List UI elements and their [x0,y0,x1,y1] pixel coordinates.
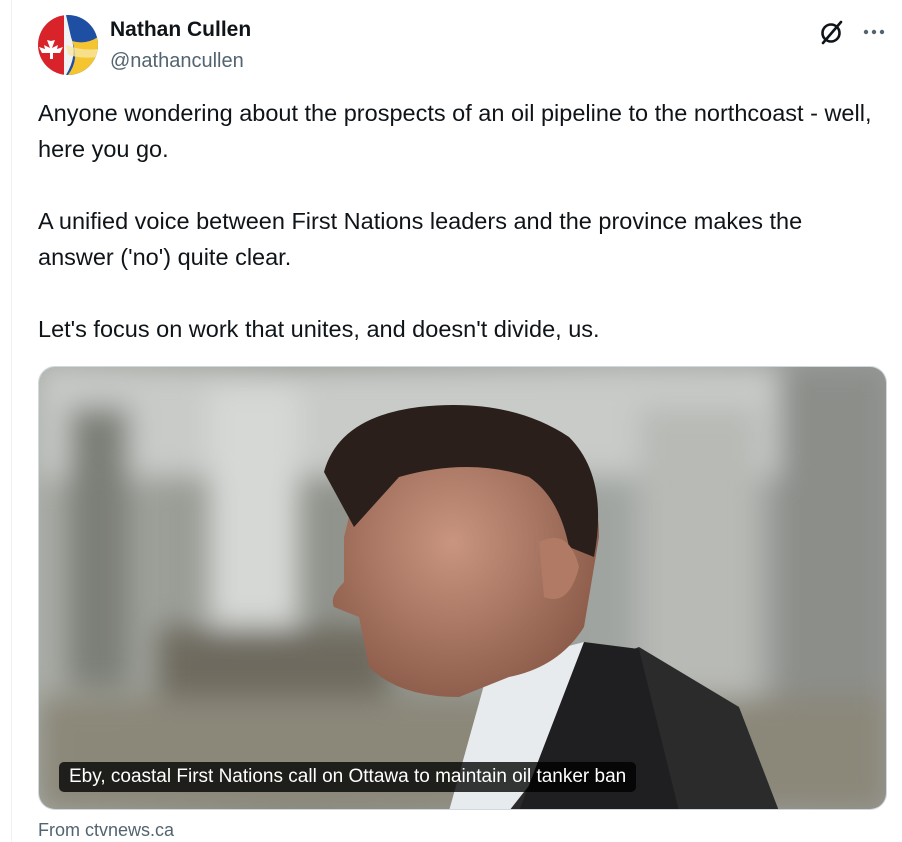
tweet-paragraph-1: Anyone wondering about the prospects of … [38,100,872,162]
tweet-paragraph-3: Let's focus on work that unites, and doe… [38,316,600,342]
card-caption: Eby, coastal First Nations call on Ottaw… [59,762,637,792]
card-source[interactable]: From ctvnews.ca [38,818,174,842]
author-handle[interactable]: @nathancullen [110,48,251,74]
article-photo [39,367,886,809]
timeline-left-border [11,0,12,842]
author-display-name[interactable]: Nathan Cullen [110,17,251,43]
author-block: Nathan Cullen @nathancullen [110,17,251,74]
grok-slash-circle-icon[interactable] [818,18,846,46]
more-horizontal-icon[interactable] [860,18,888,46]
tweet-text: Anyone wondering about the prospects of … [38,95,878,383]
tweet-paragraph-2: A unified voice between First Nations le… [38,208,803,270]
avatar-flag-art [38,15,98,75]
avatar[interactable] [38,15,98,75]
link-preview-card[interactable]: Eby, coastal First Nations call on Ottaw… [38,366,887,810]
